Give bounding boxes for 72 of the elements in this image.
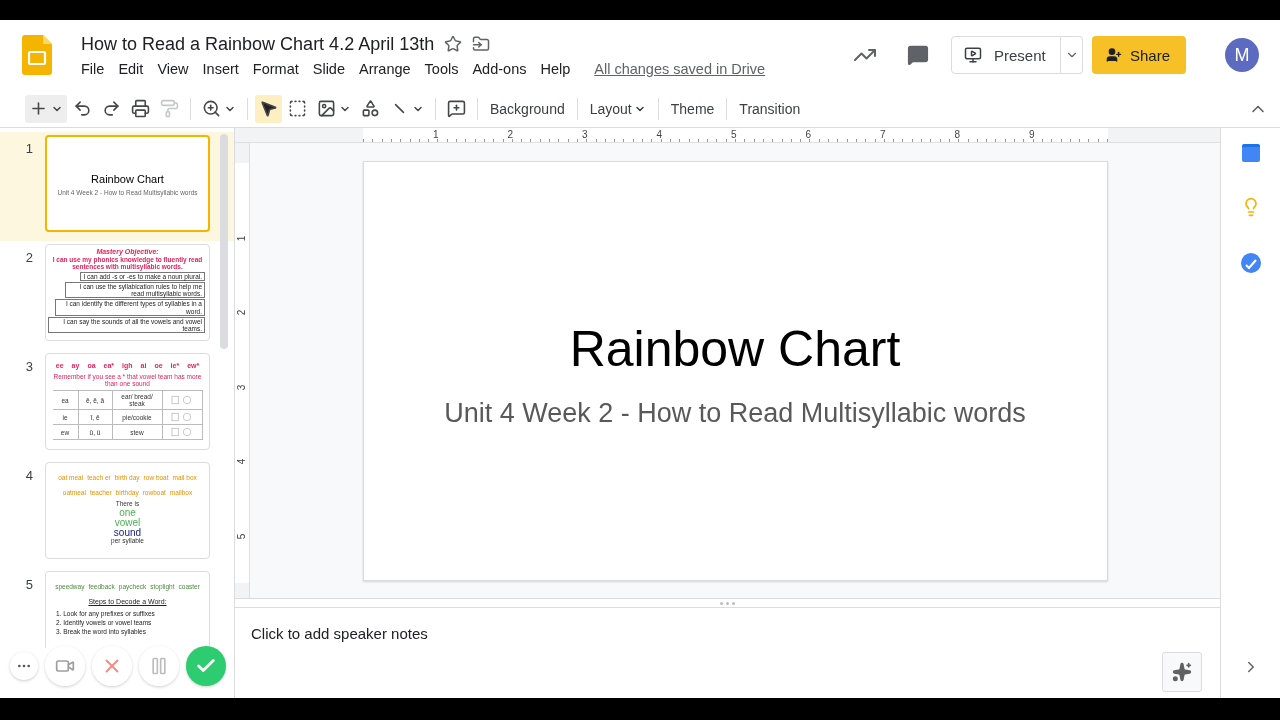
- menu-item[interactable]: Tools: [418, 60, 467, 77]
- menu-item[interactable]: Insert: [196, 60, 247, 77]
- slide-subtitle[interactable]: Unit 4 Week 2 - How to Read Multisyllabic words: [444, 397, 1026, 429]
- poster-text: vowel: [114, 517, 141, 528]
- account-avatar[interactable]: M: [1225, 38, 1259, 72]
- present-button[interactable]: Present: [951, 36, 1061, 74]
- move-to-folder-icon[interactable]: [472, 35, 491, 53]
- slide-number: 4: [24, 468, 33, 483]
- present-icon: [964, 46, 982, 64]
- menu-item[interactable]: Slide: [306, 60, 353, 77]
- plus-icon: [29, 99, 48, 118]
- star-icon[interactable]: [444, 35, 463, 53]
- ruler-number: 5: [729, 128, 738, 142]
- menu-item[interactable]: Arrange: [353, 60, 419, 77]
- undo-icon: [73, 99, 92, 118]
- slide-number: 3: [24, 359, 33, 374]
- slide-number: 1: [24, 141, 33, 156]
- toolbar-button[interactable]: Theme: [664, 94, 721, 123]
- ruler-number: 6: [804, 128, 813, 142]
- pause-icon: [149, 656, 169, 676]
- add-comment-icon: [447, 99, 466, 118]
- ruler-number: 4: [236, 458, 248, 465]
- comment-icon[interactable]: [907, 44, 929, 66]
- camera-button[interactable]: [45, 646, 85, 686]
- document-title[interactable]: How to Read a Rainbow Chart 4.2 April 13th: [81, 33, 435, 55]
- slide-title[interactable]: Rainbow Chart: [569, 319, 901, 378]
- zoom-icon: [202, 99, 221, 118]
- explore-button[interactable]: [1162, 652, 1202, 692]
- slide-number: 5: [24, 577, 33, 592]
- thumbnail-title: Rainbow Chart: [91, 173, 164, 186]
- slide-thumbnail[interactable]: [45, 244, 210, 341]
- resize-handle[interactable]: [235, 598, 1220, 608]
- select-tool-button[interactable]: [255, 94, 282, 123]
- shapes-icon: [361, 99, 380, 118]
- menu-item[interactable]: View: [151, 60, 197, 77]
- save-status-link[interactable]: All changes saved in Drive: [594, 60, 766, 77]
- scrollbar[interactable]: [220, 134, 228, 349]
- menu-item[interactable]: Help: [534, 60, 579, 77]
- poster-text: one: [119, 507, 136, 518]
- menu-item[interactable]: Format: [246, 60, 307, 77]
- poster-text: sound: [113, 527, 142, 538]
- slide-number: 2: [24, 250, 33, 265]
- tasks-check-icon[interactable]: [1239, 252, 1262, 274]
- speaker-notes-field[interactable]: Click to add speaker notes: [251, 625, 428, 642]
- pointer-icon: [259, 99, 278, 118]
- text-box-icon: [288, 99, 307, 118]
- ruler-number: 1: [236, 235, 248, 242]
- menu-item[interactable]: File: [75, 60, 113, 77]
- ruler-number: 8: [953, 128, 962, 142]
- image-icon: [317, 99, 336, 118]
- ruler-number: 5: [236, 533, 248, 540]
- ruler-number: 9: [1027, 128, 1036, 142]
- person-add-icon: [1106, 46, 1122, 64]
- ruler-number: 2: [506, 128, 515, 142]
- calendar-icon[interactable]: [1241, 144, 1260, 162]
- toolbar-button[interactable]: Transition: [733, 94, 807, 123]
- toolbar-button[interactable]: Background: [484, 94, 571, 123]
- toolbar-button[interactable]: Layout: [583, 94, 652, 123]
- ruler-number: 3: [580, 128, 589, 142]
- add-tool-button[interactable]: [25, 94, 67, 123]
- ruler-number: 3: [236, 384, 248, 391]
- menu-item[interactable]: Add-ons: [466, 60, 535, 77]
- paint-roller-icon: [160, 99, 179, 118]
- printer-icon: [131, 99, 150, 118]
- redo-icon: [102, 99, 121, 118]
- share-button[interactable]: Share: [1092, 36, 1186, 74]
- ruler-number: 1: [431, 128, 440, 142]
- ruler-number: 4: [655, 128, 664, 142]
- ruler-number: 7: [878, 128, 887, 142]
- menu-item[interactable]: Edit: [112, 60, 152, 77]
- sparkle-icon: [1172, 662, 1192, 682]
- ruler-number: 2: [236, 309, 248, 316]
